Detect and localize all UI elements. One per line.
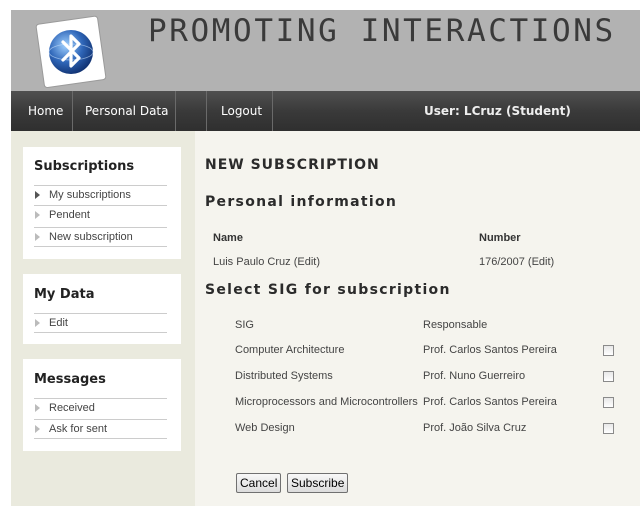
sig-responsable: Prof. João Silva Cruz bbox=[423, 422, 527, 434]
responsable-column-header: Responsable bbox=[423, 319, 488, 331]
sidebar-item-new-subscription[interactable]: New subscription bbox=[34, 227, 167, 247]
site-header: PROMOTING INTERACTIONS bbox=[11, 10, 640, 91]
name-column-header: Name bbox=[213, 232, 243, 244]
sig-name: Computer Architecture bbox=[235, 344, 345, 356]
sidebar-item-ask-for-sent[interactable]: Ask for sent bbox=[34, 419, 167, 439]
page-title: NEW SUBSCRIPTION bbox=[205, 157, 380, 173]
sig-checkbox-microprocessors[interactable] bbox=[603, 397, 614, 408]
messages-box: Messages Received Ask for sent bbox=[23, 359, 181, 451]
sidebar-item-my-subscriptions[interactable]: My subscriptions bbox=[34, 185, 167, 205]
subscribe-button[interactable]: Subscribe bbox=[287, 473, 349, 493]
select-sig-heading: Select SIG for subscription bbox=[205, 282, 451, 298]
sig-column-header: SIG bbox=[235, 319, 254, 331]
sig-responsable: Prof. Carlos Santos Pereira bbox=[423, 396, 557, 408]
name-value-edit-link[interactable]: Luis Paulo Cruz (Edit) bbox=[213, 256, 320, 268]
main-content bbox=[195, 131, 640, 506]
arrow-right-icon bbox=[35, 211, 40, 219]
cancel-button[interactable]: Cancel bbox=[236, 473, 282, 493]
arrow-right-icon bbox=[35, 233, 40, 241]
personal-info-heading: Personal information bbox=[205, 194, 398, 210]
sig-checkbox-web-design[interactable] bbox=[603, 423, 614, 434]
my-data-title: My Data bbox=[34, 287, 95, 302]
messages-title: Messages bbox=[34, 372, 106, 387]
main-nav: Home Personal Data Logout User: LCruz (S… bbox=[11, 91, 640, 131]
sidebar-item-edit[interactable]: Edit bbox=[34, 313, 167, 333]
nav-personal-data[interactable]: Personal Data bbox=[85, 91, 168, 131]
nav-divider bbox=[272, 91, 273, 131]
sig-name: Microprocessors and Microcontrollers bbox=[235, 396, 418, 408]
bluetooth-globe-logo-icon[interactable] bbox=[30, 12, 110, 92]
sidebar-item-received[interactable]: Received bbox=[34, 398, 167, 418]
sig-name: Distributed Systems bbox=[235, 370, 333, 382]
current-user-label: User: LCruz (Student) bbox=[424, 104, 571, 118]
number-column-header: Number bbox=[479, 232, 521, 244]
site-title: PROMOTING INTERACTIONS bbox=[148, 13, 616, 49]
nav-divider bbox=[72, 91, 73, 131]
sig-checkbox-distributed-systems[interactable] bbox=[603, 371, 614, 382]
sig-checkbox-computer-architecture[interactable] bbox=[603, 345, 614, 356]
arrow-right-icon bbox=[35, 191, 40, 199]
sig-name: Web Design bbox=[235, 422, 295, 434]
my-data-box: My Data Edit bbox=[23, 274, 181, 344]
arrow-right-icon bbox=[35, 319, 40, 327]
sig-responsable: Prof. Nuno Guerreiro bbox=[423, 370, 526, 382]
subscriptions-title: Subscriptions bbox=[34, 159, 135, 174]
sig-responsable: Prof. Carlos Santos Pereira bbox=[423, 344, 557, 356]
sidebar-item-pendent[interactable]: Pendent bbox=[34, 205, 167, 225]
nav-home[interactable]: Home bbox=[28, 91, 63, 131]
subscriptions-box: Subscriptions My subscriptions Pendent N… bbox=[23, 147, 181, 259]
arrow-right-icon bbox=[35, 425, 40, 433]
nav-divider bbox=[175, 91, 176, 131]
number-value-edit-link[interactable]: 176/2007 (Edit) bbox=[479, 256, 554, 268]
arrow-right-icon bbox=[35, 404, 40, 412]
nav-logout[interactable]: Logout bbox=[221, 91, 262, 131]
nav-divider bbox=[206, 91, 207, 131]
